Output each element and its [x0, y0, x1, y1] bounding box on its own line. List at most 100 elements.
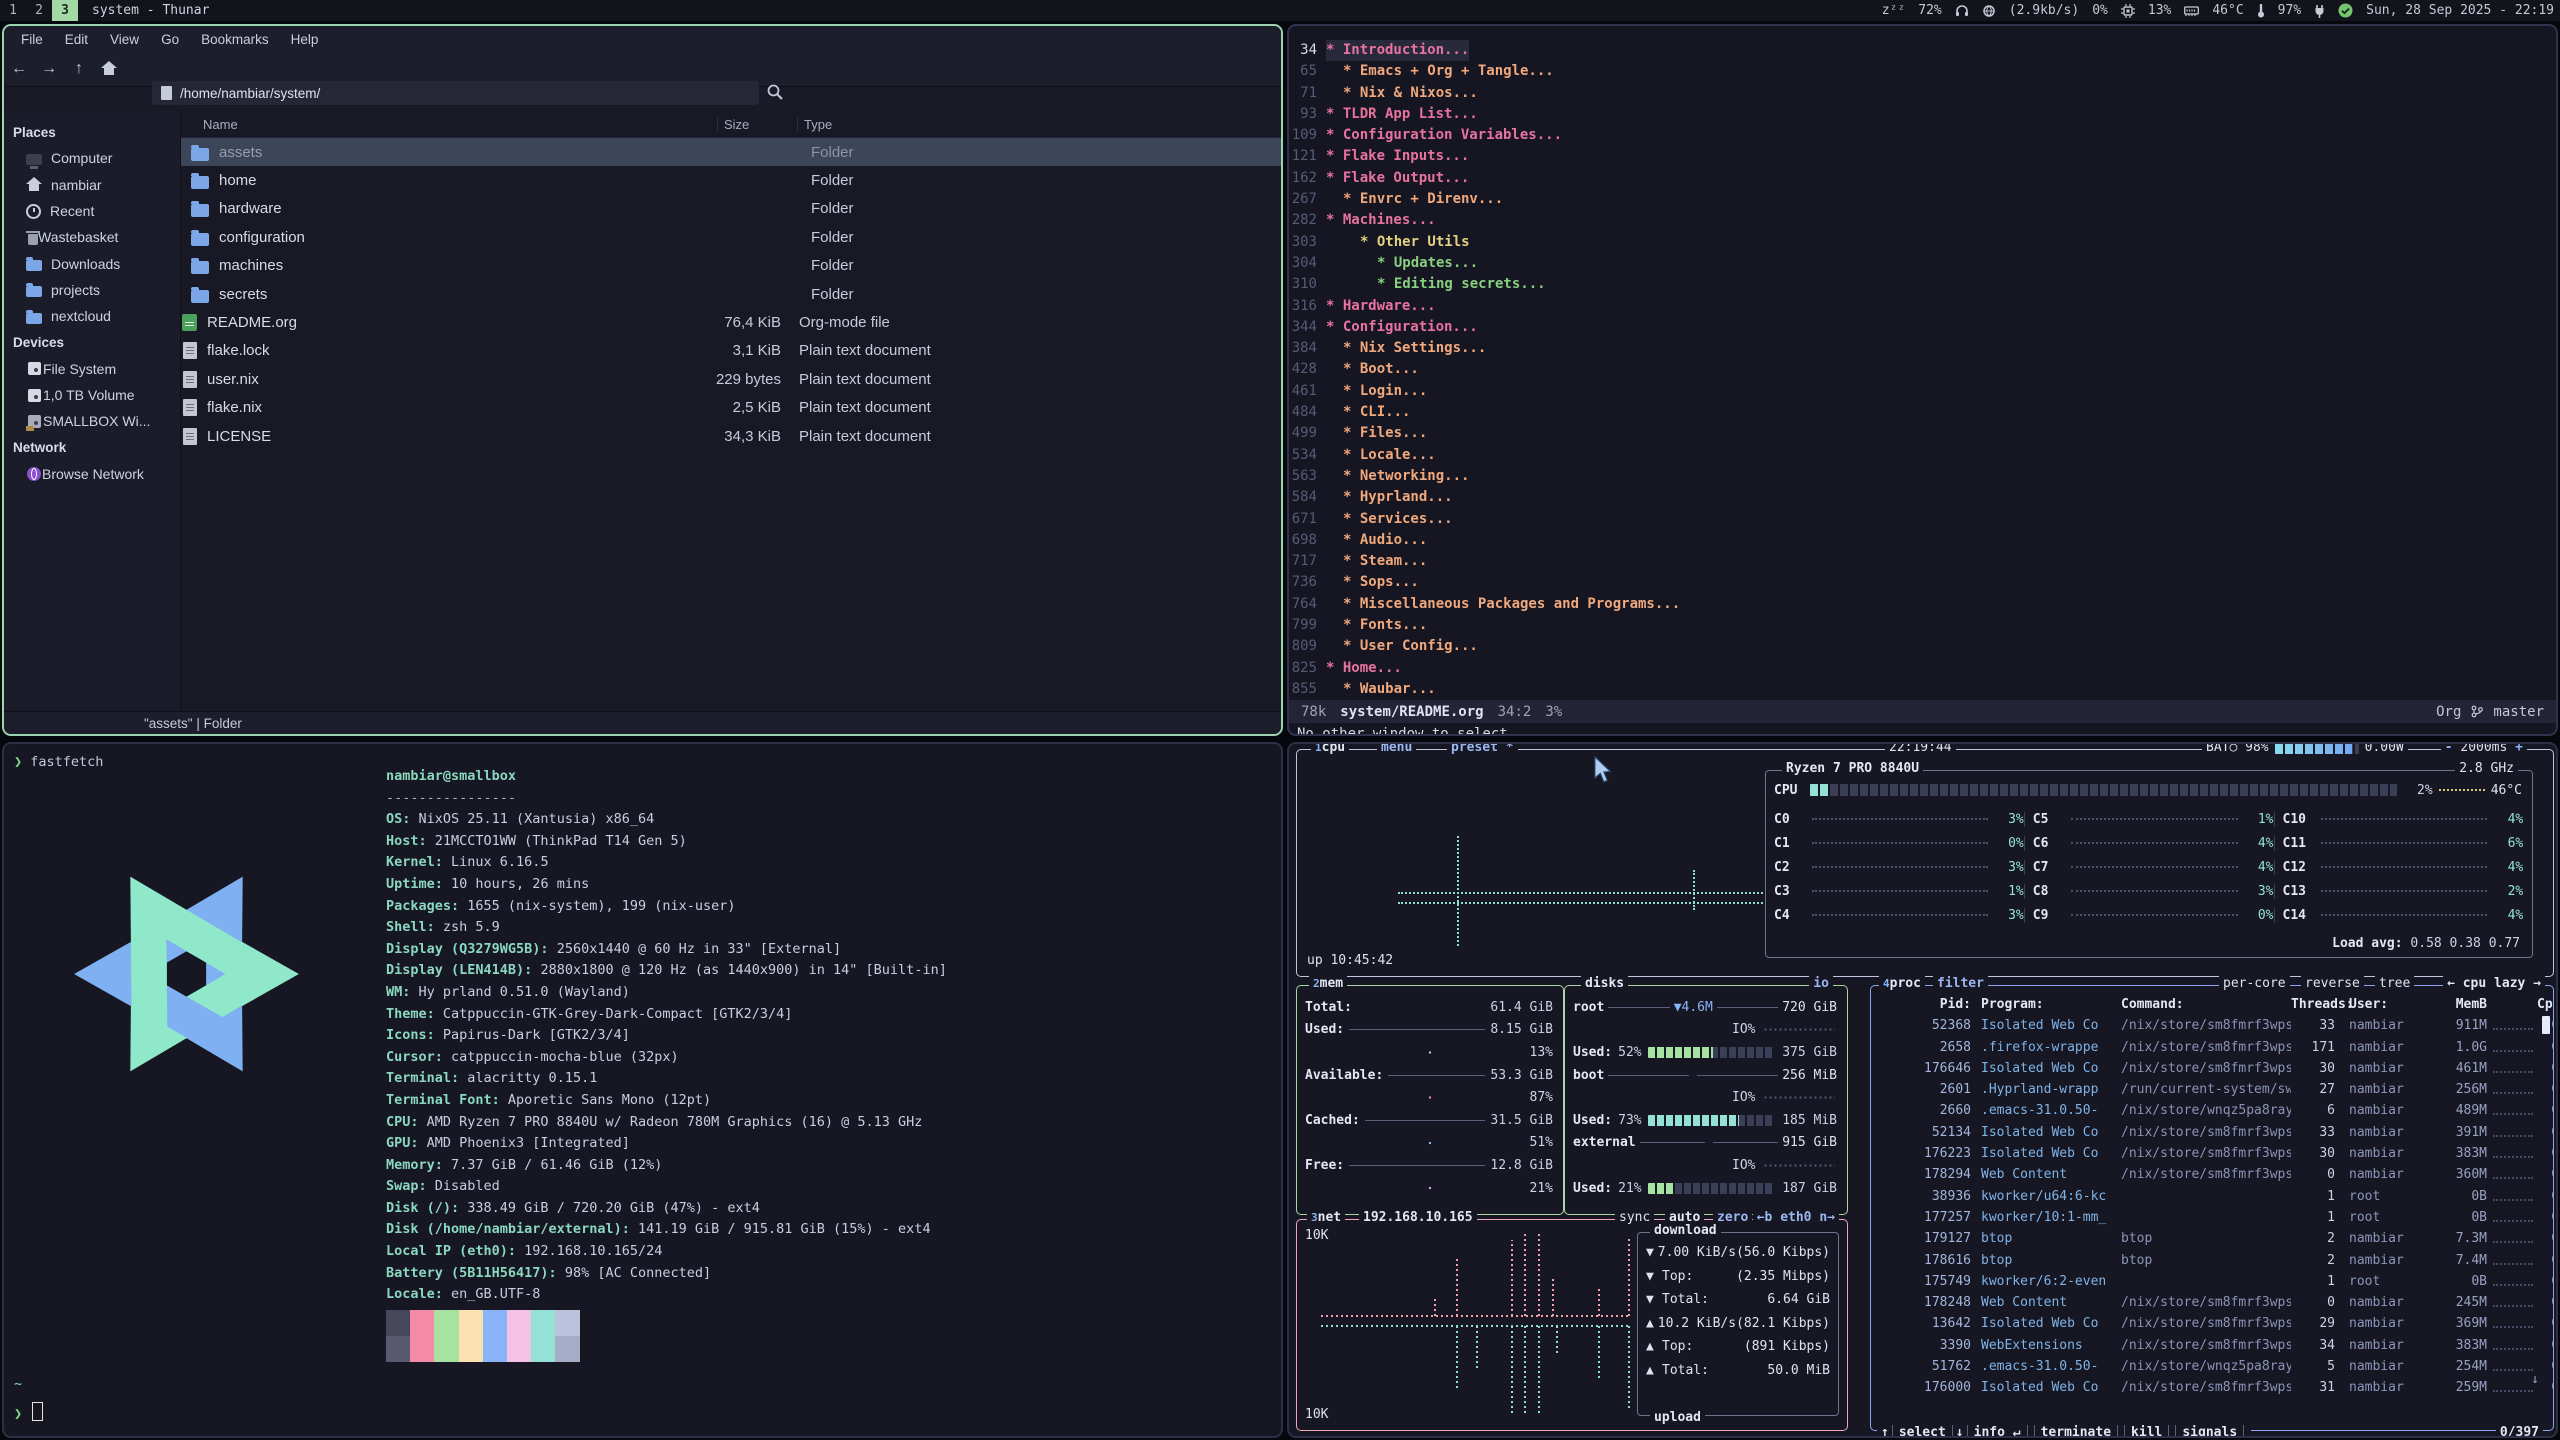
- clock[interactable]: Sun, 28 Sep 2025 - 22:19: [2366, 3, 2554, 18]
- process-row[interactable]: 51762 .emacs-31.0.50- /nix/store/wnqz5pa…: [1871, 1356, 2553, 1377]
- column-header-type[interactable]: Type: [797, 117, 1281, 132]
- process-row[interactable]: 176000 Isolated Web Co /nix/store/sm8fmr…: [1871, 1377, 2553, 1398]
- file-row[interactable]: configuration Folder: [181, 223, 1281, 251]
- sidebar-item[interactable]: File System: [4, 356, 180, 382]
- process-row[interactable]: 178248 Web Content /nix/store/sm8fmrf3wp…: [1871, 1292, 2553, 1313]
- process-row[interactable]: 52134 Isolated Web Co /nix/store/sm8fmrf…: [1871, 1122, 2553, 1143]
- filter-button[interactable]: filter: [1933, 976, 1988, 991]
- org-heading-line[interactable]: 304 * Updates...: [1289, 253, 2556, 274]
- sidebar-item[interactable]: Network: [4, 435, 180, 461]
- org-heading-line[interactable]: 809 * User Config...: [1289, 636, 2556, 657]
- org-heading-line[interactable]: 121 * Flake Inputs...: [1289, 146, 2556, 167]
- menu-item[interactable]: Bookmarks: [190, 32, 280, 47]
- process-row[interactable]: 178294 Web Content /nix/store/sm8fmrf3wp…: [1871, 1164, 2553, 1185]
- shell-input[interactable]: ❯: [14, 1402, 43, 1422]
- file-row[interactable]: assets Folder: [181, 138, 1281, 166]
- sidebar-item[interactable]: Places: [4, 119, 180, 145]
- menu-item[interactable]: View: [99, 32, 150, 47]
- org-heading-line[interactable]: 267 * Envrc + Direnv...: [1289, 189, 2556, 210]
- file-row[interactable]: flake.nix 2,5 KiB Plain text document: [181, 394, 1281, 422]
- org-heading-line[interactable]: 310 * Editing secrets...: [1289, 274, 2556, 295]
- file-row[interactable]: home Folder: [181, 166, 1281, 194]
- file-row[interactable]: user.nix 229 bytes Plain text document: [181, 365, 1281, 393]
- org-heading-line[interactable]: 855 * Waubar...: [1289, 679, 2556, 700]
- proc-header[interactable]: Pid: Program: Command: Threads: User: Me…: [1871, 994, 2553, 1015]
- idle-inhibitor-icon[interactable]: zᶻᶻ: [1882, 3, 1905, 18]
- terminate-key[interactable]: terminate: [2034, 1425, 2118, 1438]
- org-heading-line[interactable]: 109 * Configuration Variables...: [1289, 125, 2556, 146]
- sidebar-item[interactable]: Devices: [4, 329, 180, 355]
- process-row[interactable]: 13642 Isolated Web Co /nix/store/sm8fmrf…: [1871, 1313, 2553, 1334]
- menu-item[interactable]: Help: [280, 32, 330, 47]
- org-heading-line[interactable]: 93 * TLDR App List...: [1289, 104, 2556, 125]
- sidebar-item[interactable]: 1,0 TB Volume: [4, 382, 180, 408]
- org-heading-line[interactable]: 584 * Hyprland...: [1289, 487, 2556, 508]
- path-input[interactable]: /home/nambiar/system/: [152, 81, 759, 105]
- sort-column-selector[interactable]: ← cpu lazy →: [2443, 976, 2545, 991]
- signals-key[interactable]: signals: [2175, 1425, 2244, 1438]
- forward-button[interactable]: →: [34, 60, 64, 78]
- io-mode-button[interactable]: io: [1809, 976, 1833, 991]
- file-row[interactable]: machines Folder: [181, 252, 1281, 280]
- org-heading-line[interactable]: 303 * Other Utils: [1289, 232, 2556, 253]
- sidebar-item[interactable]: SMALLBOX Wi...: [4, 408, 180, 434]
- sidebar-item[interactable]: Recent: [4, 198, 180, 224]
- workspace-button[interactable]: 1: [0, 0, 26, 21]
- process-row[interactable]: 175749 kworker/6:2-even 1 root 0B 0.0: [1871, 1271, 2553, 1292]
- org-heading-line[interactable]: 71 * Nix & Nixos...: [1289, 83, 2556, 104]
- org-heading-line[interactable]: 671 * Services...: [1289, 509, 2556, 530]
- file-row[interactable]: README.org 76,4 KiB Org-mode file: [181, 308, 1281, 336]
- back-button[interactable]: ←: [4, 60, 34, 78]
- column-header-name[interactable]: Name: [181, 117, 717, 132]
- sidebar-item[interactable]: Browse Network: [4, 461, 180, 487]
- tab-cpu[interactable]: 1cpu: [1311, 742, 1349, 755]
- org-heading-line[interactable]: 717 * Steam...: [1289, 551, 2556, 572]
- process-row[interactable]: 176223 Isolated Web Co /nix/store/sm8fmr…: [1871, 1143, 2553, 1164]
- menu-item[interactable]: File: [10, 32, 54, 47]
- sidebar-item[interactable]: nextcloud: [4, 303, 180, 329]
- tab-mem[interactable]: 2mem: [1309, 976, 1347, 991]
- org-heading-line[interactable]: 764 * Miscellaneous Packages and Program…: [1289, 594, 2556, 615]
- select-key[interactable]: select: [1892, 1425, 1953, 1438]
- org-heading-line[interactable]: 563 * Networking...: [1289, 466, 2556, 487]
- sidebar-item[interactable]: projects: [4, 277, 180, 303]
- net-interface-switcher[interactable]: ←b eth0 n→: [1753, 1210, 1839, 1225]
- sidebar-item[interactable]: Downloads: [4, 250, 180, 276]
- preset-button[interactable]: preset *: [1447, 742, 1518, 755]
- file-row[interactable]: hardware Folder: [181, 195, 1281, 223]
- org-heading-line[interactable]: 736 * Sops...: [1289, 572, 2556, 593]
- process-row[interactable]: 2660 .emacs-31.0.50- /nix/store/wnqz5pa8…: [1871, 1100, 2553, 1121]
- reverse-toggle[interactable]: reverse: [2301, 976, 2364, 991]
- process-row[interactable]: 176646 Isolated Web Co /nix/store/sm8fmr…: [1871, 1058, 2553, 1079]
- file-row[interactable]: LICENSE 34,3 KiB Plain text document: [181, 422, 1281, 450]
- menu-item[interactable]: Edit: [54, 32, 99, 47]
- org-heading-line[interactable]: 534 * Locale...: [1289, 445, 2556, 466]
- tab-net[interactable]: 3net: [1307, 1210, 1345, 1225]
- menu-item[interactable]: Go: [150, 32, 190, 47]
- org-heading-line[interactable]: 65 * Emacs + Org + Tangle...: [1289, 61, 2556, 82]
- sidebar-item[interactable]: Wastebasket: [4, 224, 180, 250]
- org-heading-line[interactable]: 799 * Fonts...: [1289, 615, 2556, 636]
- org-heading-line[interactable]: 316 * Hardware...: [1289, 296, 2556, 317]
- org-heading-line[interactable]: 428 * Boot...: [1289, 359, 2556, 380]
- sidebar-item[interactable]: Computer: [4, 145, 180, 171]
- org-heading-line[interactable]: 344 * Configuration...: [1289, 317, 2556, 338]
- tab-proc[interactable]: 4proc: [1879, 976, 1925, 991]
- org-heading-line[interactable]: 825 * Home...: [1289, 658, 2556, 679]
- sidebar-item[interactable]: nambiar: [4, 172, 180, 198]
- process-row[interactable]: 38936 kworker/u64:6-kc 1 root 0B 0.0: [1871, 1186, 2553, 1207]
- search-icon[interactable]: [766, 83, 784, 106]
- org-heading-line[interactable]: 461 * Login...: [1289, 381, 2556, 402]
- org-heading-line[interactable]: 282 * Machines...: [1289, 210, 2556, 231]
- org-heading-line[interactable]: 499 * Files...: [1289, 423, 2556, 444]
- process-row[interactable]: 52368 Isolated Web Co /nix/store/sm8fmrf…: [1871, 1015, 2553, 1036]
- workspace-button[interactable]: 2: [26, 0, 52, 21]
- org-heading-line[interactable]: 484 * CLI...: [1289, 402, 2556, 423]
- org-heading-line[interactable]: 162 * Flake Output...: [1289, 168, 2556, 189]
- process-row[interactable]: 2658 .firefox-wrappe /nix/store/sm8fmrf3…: [1871, 1037, 2553, 1058]
- file-row[interactable]: flake.lock 3,1 KiB Plain text document: [181, 337, 1281, 365]
- net-sync-button[interactable]: sync: [1615, 1210, 1654, 1225]
- process-row[interactable]: 2601 .Hyprland-wrapp /run/current-system…: [1871, 1079, 2553, 1100]
- org-heading-line[interactable]: 698 * Audio...: [1289, 530, 2556, 551]
- process-row[interactable]: 177257 kworker/10:1-mm_ 1 root 0B 0.0: [1871, 1207, 2553, 1228]
